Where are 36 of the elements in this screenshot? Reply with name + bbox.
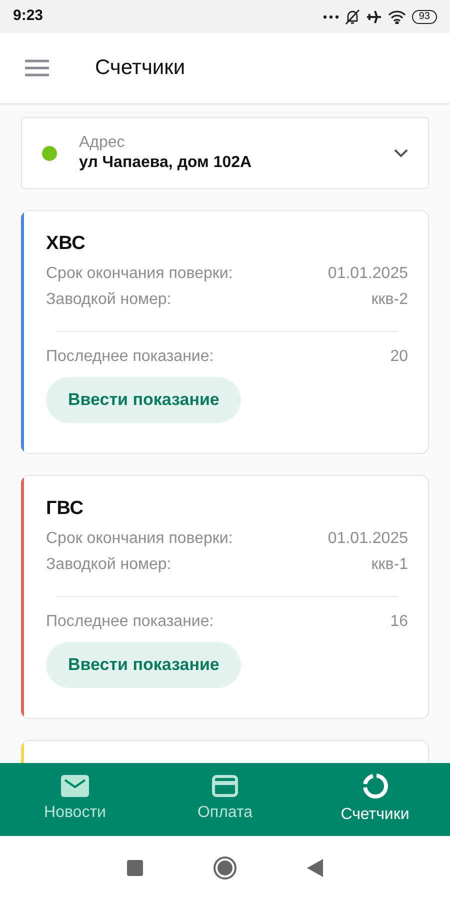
field-value: 01.01.2025 bbox=[328, 264, 408, 284]
meter-title: ХВС bbox=[46, 232, 86, 256]
page-title: Счетчики bbox=[95, 55, 186, 82]
nav-tab[interactable]: Счетчики bbox=[300, 763, 450, 836]
nav-tab[interactable]: Оплата bbox=[150, 763, 300, 836]
meter-title: ГВС bbox=[46, 497, 84, 521]
status-time: 9:23 bbox=[13, 6, 44, 26]
address-label: Адрес bbox=[79, 133, 126, 153]
more-icon bbox=[322, 14, 339, 18]
envelope-icon bbox=[61, 774, 89, 796]
bell-off-icon bbox=[344, 8, 360, 24]
battery-indicator: 93 bbox=[412, 10, 437, 24]
enter-reading-button[interactable]: Ввести показание bbox=[46, 377, 242, 423]
wifi-icon bbox=[388, 10, 406, 24]
field-value: ккв-2 bbox=[371, 290, 408, 310]
last-reading-label: Последнее показание: bbox=[46, 347, 214, 367]
ring-icon bbox=[362, 772, 388, 798]
menu-icon[interactable] bbox=[25, 59, 49, 77]
field-value: ккв-1 bbox=[371, 555, 408, 575]
enter-reading-button[interactable]: Ввести показание bbox=[46, 642, 242, 688]
chevron-down-icon bbox=[394, 148, 408, 158]
address-selector[interactable]: Адрес ул Чапаева, дом 102А bbox=[21, 117, 429, 189]
field-label: Срок окончания поверки: bbox=[46, 529, 233, 549]
home-button[interactable] bbox=[213, 856, 237, 880]
field-label: Заводкой номер: bbox=[46, 555, 172, 575]
field-value: 01.01.2025 bbox=[328, 529, 408, 549]
field-label: Срок окончания поверки: bbox=[46, 264, 233, 284]
airplane-icon bbox=[366, 10, 382, 24]
last-reading-value: 16 bbox=[390, 612, 408, 632]
last-reading-value: 20 bbox=[390, 347, 408, 367]
nav-tab[interactable]: Новости bbox=[0, 763, 150, 836]
last-reading-label: Последнее показание: bbox=[46, 612, 214, 632]
back-button[interactable] bbox=[307, 859, 323, 877]
field-label: Заводкой номер: bbox=[46, 290, 172, 310]
credit-card-icon bbox=[212, 774, 238, 796]
address-value: ул Чапаева, дом 102А bbox=[79, 153, 253, 173]
